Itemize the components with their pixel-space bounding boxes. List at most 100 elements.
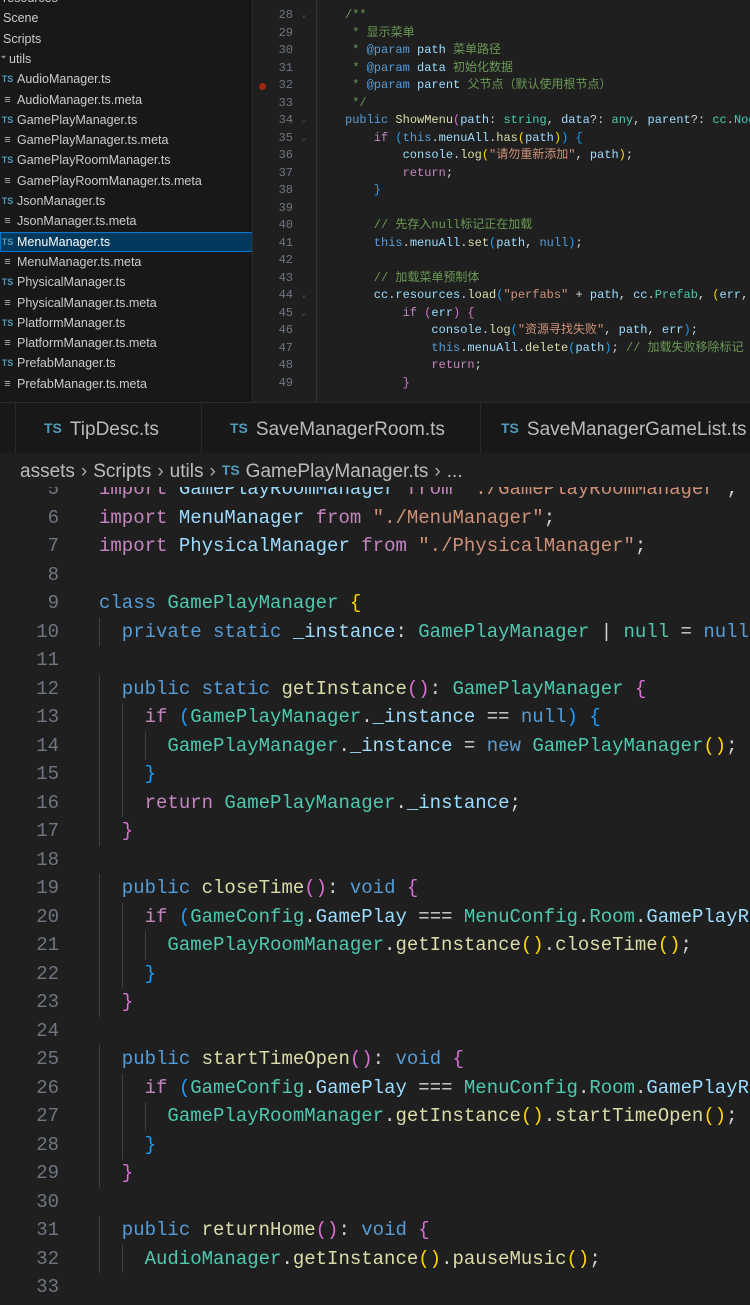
code-line: 32 * @param parent 父节点（默认使用根节点） (253, 77, 750, 95)
code-token: : (395, 620, 419, 643)
explorer-item[interactable]: Scripts (0, 29, 252, 49)
code-token: , (546, 113, 562, 127)
meta-file-icon: ≡ (4, 174, 11, 187)
code-line: 9 class GamePlayManager { (0, 589, 750, 618)
code-token: } (99, 763, 157, 785)
line-number: 36 (278, 148, 293, 162)
code-text: this.menuAll.set(path, null); (345, 235, 583, 253)
explorer-item[interactable]: Scene (0, 8, 252, 28)
fold-chevron-icon[interactable]: ⌄ (301, 7, 306, 25)
code-token: from (315, 506, 373, 529)
tab-tipdesc[interactable]: TS TipDesc.ts (15, 403, 201, 454)
code-token: _instance (292, 620, 396, 643)
explorer-item[interactable]: TS PlatformManager.ts (0, 313, 252, 333)
code-token: public (99, 1048, 202, 1070)
explorer-item[interactable]: ≡ JsonManager.ts.meta (0, 211, 252, 231)
line-number: 14 (36, 734, 59, 757)
explorer-item[interactable]: ≡ GamePlayManager.ts.meta (0, 130, 252, 150)
code-token: () (304, 877, 328, 899)
code-text: this.menuAll.delete(path); // 加载失败移除标记 (345, 340, 743, 358)
code-token: , (647, 323, 662, 337)
code-token: , (575, 148, 590, 162)
tab-savemanagergamelist[interactable]: TS SaveManagerGameList.ts (480, 403, 750, 454)
explorer-item[interactable]: ≡ AudioManager.ts.meta (0, 90, 252, 110)
line-number: 40 (278, 218, 293, 232)
code-token: ( (510, 323, 518, 337)
explorer-item[interactable]: TS JsonManager.ts (0, 191, 252, 211)
explorer-item-label: JsonManager.ts (17, 194, 106, 208)
code-token: : (489, 113, 504, 127)
breadcrumb-assets[interactable]: assets (20, 461, 75, 482)
code-token: return (345, 165, 446, 180)
line-number: 46 (278, 323, 293, 337)
fold-chevron-icon[interactable]: ⌄ (301, 287, 306, 305)
code-token: : (429, 677, 453, 700)
breadcrumb-file[interactable]: GamePlayManager.ts (246, 461, 429, 482)
tab-savemanagerroom[interactable]: TS SaveManagerRoom.ts (201, 403, 480, 454)
code-token: set (467, 235, 490, 250)
code-text: GamePlayRoomManager.getInstance().startT… (99, 1102, 737, 1131)
code-text: } (99, 988, 133, 1017)
explorer-item[interactable]: ≡ PlatformManager.ts.meta (0, 333, 252, 353)
explorer-item[interactable]: resources (0, 0, 252, 8)
code-token: . (281, 1247, 293, 1270)
main-code-editor[interactable]: 5 import GamePlayRoomManager from "./Game… (0, 487, 750, 1305)
code-token: data (561, 113, 590, 127)
code-line: 30 (0, 1188, 750, 1217)
line-number: 28 (278, 8, 293, 22)
line-number: 39 (278, 200, 293, 215)
breadcrumb-more[interactable]: ... (447, 461, 463, 482)
explorer-item[interactable]: TS MenuManager.ts (0, 231, 252, 252)
explorer-item[interactable]: ≡ MenuManager.ts.meta (0, 252, 252, 272)
explorer-item[interactable]: TS PhysicalManager.ts (0, 272, 252, 292)
explorer-item[interactable]: ⌄ utils (0, 49, 252, 69)
code-token: GamePlay (315, 1076, 407, 1099)
code-token: } (99, 962, 157, 985)
fold-chevron-icon[interactable]: ⌄ (301, 112, 306, 130)
code-token: this (402, 130, 432, 145)
code-token: GamePlayManager (99, 734, 339, 757)
code-text: /** (345, 7, 367, 25)
code-token: @param (366, 60, 410, 75)
explorer-item-label: PrefabManager.ts.meta (17, 376, 147, 391)
code-token: () (406, 677, 430, 700)
breakpoint-icon[interactable] (259, 83, 266, 90)
code-token: has (496, 130, 518, 145)
explorer-item-label: PrefabManager.ts (17, 356, 116, 371)
meta-file-icon: ≡ (4, 93, 11, 106)
explorer-item[interactable]: ≡ PhysicalManager.ts.meta (0, 293, 252, 313)
fold-chevron-icon[interactable]: ⌄ (301, 305, 306, 323)
code-token: ; (445, 165, 454, 180)
explorer-item[interactable]: ≡ PrefabManager.ts.meta (0, 374, 252, 394)
code-token: cc (712, 113, 727, 127)
explorer-item-label: GamePlayRoomManager.ts (17, 153, 171, 168)
line-number: 29 (278, 25, 293, 40)
fold-chevron-icon[interactable]: ⌄ (301, 130, 306, 148)
explorer-item[interactable]: TS AudioManager.ts (0, 69, 252, 89)
code-token: parent (409, 78, 461, 92)
explorer-item-label: PhysicalManager.ts (17, 275, 126, 290)
explorer-item[interactable]: TS GamePlayManager.ts (0, 110, 252, 130)
code-token: log (489, 323, 511, 337)
line-number: 18 (36, 848, 59, 871)
editor-tab-bar: TS TipDesc.ts TS SaveManagerRoom.ts TS Save… (0, 402, 750, 454)
explorer-item-label: PlatformManager.ts (17, 315, 126, 330)
line-number: 17 (36, 820, 59, 842)
code-token: . (361, 706, 373, 728)
code-token: () (349, 1048, 373, 1070)
code-line: 33 (0, 1273, 750, 1302)
code-token: "perfabs" (503, 288, 569, 302)
code-token: () (520, 934, 544, 956)
explorer-item[interactable]: TS GamePlayRoomManager.ts (0, 150, 252, 170)
code-token: resources (395, 288, 461, 302)
code-token: GamePlayManager (452, 677, 635, 700)
code-token: */ (345, 95, 367, 110)
explorer-item[interactable]: ≡ GamePlayRoomManager.ts.meta (0, 171, 252, 191)
explorer-item[interactable]: TS PrefabManager.ts (0, 353, 252, 373)
code-token: null (539, 235, 569, 250)
breadcrumb-scripts[interactable]: Scripts (93, 461, 151, 482)
top-code-editor[interactable]: 28 ⌄/** 29 * 显示菜单 30 * @param path 菜单路径 31 *… (253, 0, 750, 402)
line-number: 31 (36, 1219, 59, 1241)
breadcrumb-utils[interactable]: utils (170, 461, 204, 482)
code-token: . (543, 1105, 556, 1127)
